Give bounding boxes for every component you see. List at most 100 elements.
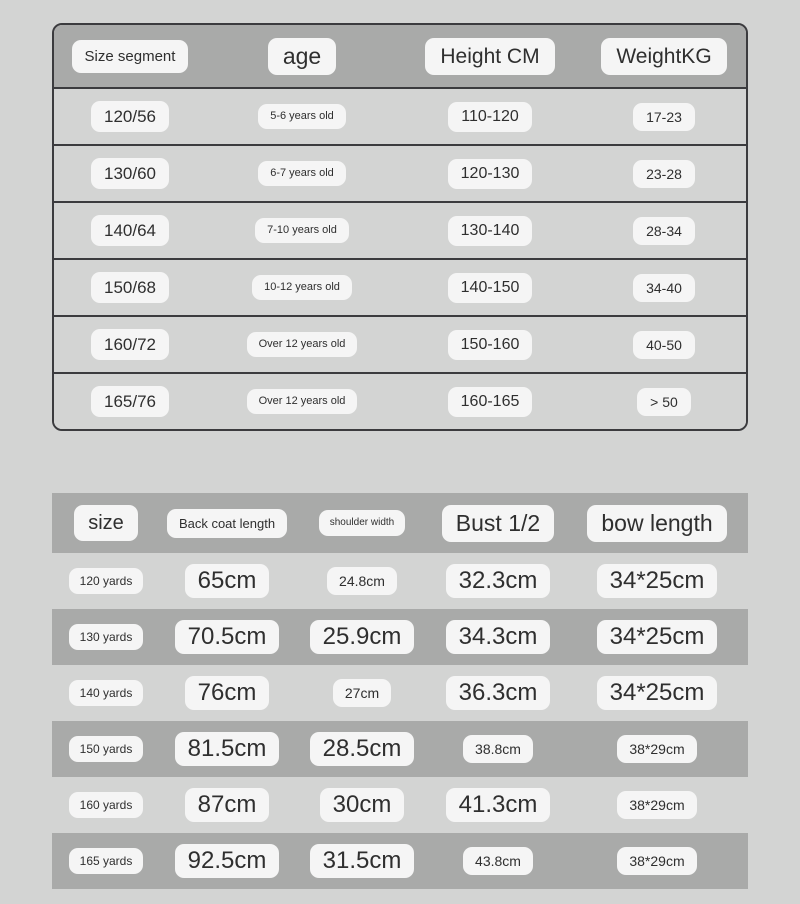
cell-size: 160 yards bbox=[52, 792, 160, 818]
cell-weight: 34-40 bbox=[582, 273, 746, 302]
cell-height: 150-160 bbox=[398, 329, 582, 360]
cell-bust-half: 36.3cm bbox=[430, 676, 566, 710]
value-weight-kg: 23-28 bbox=[633, 159, 695, 188]
value-height-cm: 160-165 bbox=[447, 386, 533, 417]
value-age: 10-12 years old bbox=[252, 275, 352, 300]
value-size: 165 yards bbox=[68, 848, 144, 874]
cell-age: Over 12 years old bbox=[206, 389, 398, 414]
header-label-bust-half: Bust 1/2 bbox=[441, 504, 555, 542]
cell-shoulder-width: 30cm bbox=[294, 788, 430, 822]
value-bow-length: 38*29cm bbox=[617, 847, 697, 875]
value-back-coat-length: 87cm bbox=[184, 788, 270, 822]
cell-size: 130 yards bbox=[52, 624, 160, 650]
cell-size-segment: 120/56 bbox=[54, 101, 206, 132]
size-chart-header-cell-weight: WeightKG bbox=[582, 37, 746, 75]
value-size: 130 yards bbox=[68, 624, 144, 650]
table-row: 160 yards 87cm 30cm 41.3cm 38*29cm bbox=[52, 777, 748, 833]
value-size-segment: 165/76 bbox=[91, 386, 169, 417]
cell-shoulder-width: 28.5cm bbox=[294, 732, 430, 766]
size-chart-header-row: Size segment age Height CM WeightKG bbox=[54, 25, 746, 89]
table-row: 150 yards 81.5cm 28.5cm 38.8cm 38*29cm bbox=[52, 721, 748, 777]
cell-weight: > 50 bbox=[582, 387, 746, 416]
table-row: 140 yards 76cm 27cm 36.3cm 34*25cm bbox=[52, 665, 748, 721]
table-row: 165 yards 92.5cm 31.5cm 43.8cm 38*29cm bbox=[52, 833, 748, 889]
cell-bust-half: 34.3cm bbox=[430, 620, 566, 654]
cell-size-segment: 165/76 bbox=[54, 386, 206, 417]
value-size: 160 yards bbox=[68, 792, 144, 818]
value-age: 5-6 years old bbox=[258, 104, 346, 129]
cell-age: Over 12 years old bbox=[206, 332, 398, 357]
cell-bow-length: 38*29cm bbox=[566, 735, 748, 763]
measurement-header-cell-bow-length: bow length bbox=[566, 504, 748, 542]
header-label-size: size bbox=[74, 505, 138, 541]
value-height-cm: 150-160 bbox=[447, 329, 533, 360]
cell-weight: 23-28 bbox=[582, 159, 746, 188]
value-shoulder-width: 24.8cm bbox=[327, 567, 397, 595]
cell-size: 165 yards bbox=[52, 848, 160, 874]
value-bust-half: 34.3cm bbox=[445, 620, 551, 654]
size-chart-header-cell-size-segment: Size segment bbox=[54, 39, 206, 73]
cell-bow-length: 34*25cm bbox=[566, 620, 748, 654]
value-bust-half: 41.3cm bbox=[445, 788, 551, 822]
table-row: 120/56 5-6 years old 110-120 17-23 bbox=[54, 89, 746, 146]
cell-height: 110-120 bbox=[398, 101, 582, 132]
cell-shoulder-width: 24.8cm bbox=[294, 567, 430, 595]
cell-age: 6-7 years old bbox=[206, 161, 398, 186]
measurement-header-cell-shoulder-width: shoulder width bbox=[294, 510, 430, 536]
garment-measurement-table: size Back coat length shoulder width Bus… bbox=[52, 493, 748, 889]
size-chart-table: Size segment age Height CM WeightKG 120/… bbox=[52, 23, 748, 431]
cell-bow-length: 38*29cm bbox=[566, 791, 748, 819]
value-weight-kg: 40-50 bbox=[633, 330, 695, 359]
cell-size-segment: 150/68 bbox=[54, 272, 206, 303]
header-label-bow-length: bow length bbox=[587, 504, 727, 542]
value-back-coat-length: 65cm bbox=[184, 564, 270, 598]
value-weight-kg: 17-23 bbox=[633, 102, 695, 131]
value-back-coat-length: 92.5cm bbox=[174, 844, 280, 878]
table-row: 130 yards 70.5cm 25.9cm 34.3cm 34*25cm bbox=[52, 609, 748, 665]
value-back-coat-length: 70.5cm bbox=[174, 620, 280, 654]
cell-back-coat-length: 92.5cm bbox=[160, 844, 294, 878]
measurement-header-cell-size: size bbox=[52, 505, 160, 541]
value-age: 6-7 years old bbox=[258, 161, 346, 186]
cell-back-coat-length: 76cm bbox=[160, 676, 294, 710]
table-row: 160/72 Over 12 years old 150-160 40-50 bbox=[54, 317, 746, 374]
measurement-header-row: size Back coat length shoulder width Bus… bbox=[52, 493, 748, 553]
value-age: 7-10 years old bbox=[255, 218, 349, 243]
value-height-cm: 120-130 bbox=[447, 158, 533, 189]
cell-shoulder-width: 25.9cm bbox=[294, 620, 430, 654]
cell-age: 10-12 years old bbox=[206, 275, 398, 300]
value-bust-half: 32.3cm bbox=[445, 564, 551, 598]
value-weight-kg: 34-40 bbox=[633, 273, 695, 302]
table-row: 130/60 6-7 years old 120-130 23-28 bbox=[54, 146, 746, 203]
value-age: Over 12 years old bbox=[246, 332, 358, 357]
cell-bow-length: 34*25cm bbox=[566, 564, 748, 598]
value-bow-length: 34*25cm bbox=[596, 564, 718, 598]
header-label-weight-kg: WeightKG bbox=[601, 37, 727, 75]
value-bust-half: 38.8cm bbox=[463, 735, 533, 763]
cell-shoulder-width: 31.5cm bbox=[294, 844, 430, 878]
cell-size-segment: 130/60 bbox=[54, 158, 206, 189]
cell-bow-length: 38*29cm bbox=[566, 847, 748, 875]
cell-size-segment: 140/64 bbox=[54, 215, 206, 246]
cell-bust-half: 41.3cm bbox=[430, 788, 566, 822]
value-back-coat-length: 76cm bbox=[184, 676, 270, 710]
cell-bust-half: 38.8cm bbox=[430, 735, 566, 763]
value-size: 140 yards bbox=[68, 680, 144, 706]
value-height-cm: 140-150 bbox=[447, 272, 533, 303]
cell-bow-length: 34*25cm bbox=[566, 676, 748, 710]
table-row: 165/76 Over 12 years old 160-165 > 50 bbox=[54, 374, 746, 429]
value-shoulder-width: 31.5cm bbox=[309, 844, 415, 878]
cell-age: 5-6 years old bbox=[206, 104, 398, 129]
cell-height: 130-140 bbox=[398, 215, 582, 246]
cell-weight: 17-23 bbox=[582, 102, 746, 131]
cell-bust-half: 32.3cm bbox=[430, 564, 566, 598]
cell-size-segment: 160/72 bbox=[54, 329, 206, 360]
value-shoulder-width: 25.9cm bbox=[309, 620, 415, 654]
cell-back-coat-length: 81.5cm bbox=[160, 732, 294, 766]
cell-height: 140-150 bbox=[398, 272, 582, 303]
value-size-segment: 160/72 bbox=[91, 329, 169, 360]
header-label-back-coat-length: Back coat length bbox=[166, 508, 288, 538]
size-chart-header-cell-height: Height CM bbox=[398, 37, 582, 75]
value-shoulder-width: 28.5cm bbox=[309, 732, 415, 766]
value-weight-kg: 28-34 bbox=[633, 216, 695, 245]
